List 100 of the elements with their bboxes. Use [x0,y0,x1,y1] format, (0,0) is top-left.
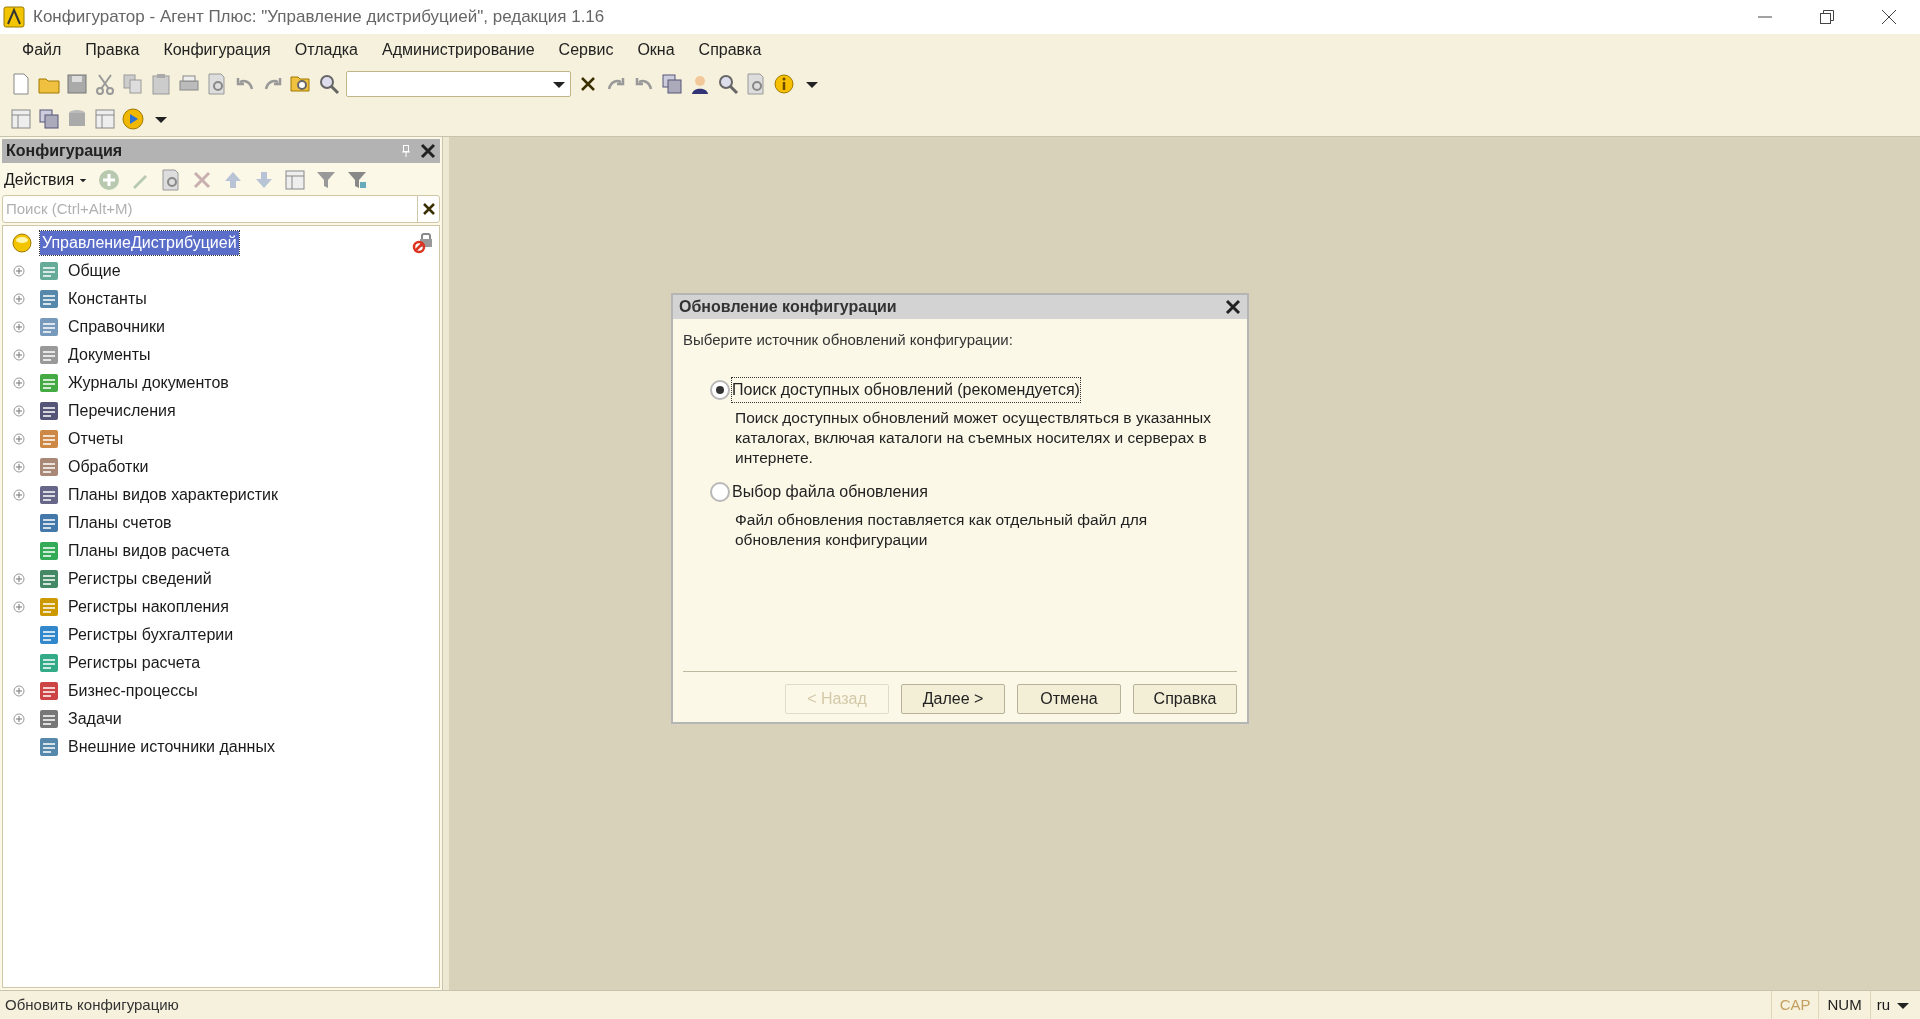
paste-icon[interactable] [150,73,172,95]
tree-item[interactable]: Регистры накопления [68,595,229,619]
menu-item[interactable]: Правка [73,38,152,62]
metadata-icon [38,428,60,450]
lock-icon[interactable] [411,232,433,254]
prompt-text: Выберите источник обновлений конфигурации: [683,330,1014,350]
new-document-icon[interactable] [10,73,32,95]
radio-button[interactable] [710,481,730,502]
expand-icon[interactable] [13,321,25,333]
tree-item[interactable]: Регистры бухгалтерии [68,623,234,647]
save-icon[interactable] [66,73,88,95]
expand-icon[interactable] [13,433,25,445]
close-icon[interactable] [1225,299,1241,315]
tree-item[interactable]: Общие [68,259,121,283]
status-text: Обновить конфигурацию [5,994,179,1015]
metadata-icon [38,680,60,702]
window-title: Конфигуратор - Агент Плюс: "Управление дистрибуцией", редакция 1.16 [33,6,605,29]
status-indicator: NUM [1818,991,1870,1019]
close-icon[interactable] [1882,10,1896,24]
metadata-icon [38,568,60,590]
expand-icon[interactable] [13,349,25,361]
expand-icon[interactable] [13,685,25,697]
tree-item[interactable]: Перечисления [68,399,176,423]
close-icon [422,203,435,215]
search-input[interactable]: Поиск (Ctrl+Alt+M) [3,197,417,221]
pin-icon[interactable] [402,145,410,157]
search-field[interactable]: Поиск (Ctrl+Alt+M) [2,195,440,223]
info-icon[interactable] [773,73,795,95]
expand-icon[interactable] [13,265,25,277]
expand-icon[interactable] [13,489,25,501]
option-label[interactable]: Поиск доступных обновлений (рекомендуется) [732,377,1080,402]
metadata-icon [38,456,60,478]
help-search-icon[interactable] [717,73,739,95]
menu-item[interactable]: Конфигурация [151,38,283,62]
tree-item[interactable]: Бизнес-процессы [68,679,198,703]
tree-item[interactable]: Документы [68,343,151,367]
dialog-button[interactable]: Справка [1133,684,1237,714]
expand-icon[interactable] [13,601,25,613]
windows-icon[interactable] [661,73,683,95]
run-icon[interactable] [122,108,144,130]
metadata-icon [38,400,60,422]
add-icon[interactable] [98,169,121,191]
menu-item[interactable]: Справка [686,38,774,62]
radio-button[interactable] [710,379,730,400]
search-combo-field[interactable] [346,71,571,97]
menu-item[interactable]: Файл [10,38,74,62]
tree-item[interactable]: Планы счетов [68,511,172,535]
find-in-folder-icon[interactable] [290,73,312,95]
tree-item[interactable]: Регистры сведений [68,567,212,591]
actions-menu-button[interactable]: Действия [4,168,90,192]
metadata-icon [38,316,60,338]
expand-icon[interactable] [13,293,25,305]
tree-item[interactable]: Справочники [68,315,165,339]
option-description: Файл обновления поставляется как отдельный файл для обновления конфигурации [735,509,1149,550]
table-icon[interactable] [10,108,32,130]
option-label[interactable]: Выбор файла обновления [732,479,928,504]
metadata-icon [38,708,60,730]
tree-item[interactable]: Константы [68,287,147,311]
metadata-icon [38,624,60,646]
dialog-button[interactable]: Отмена [1017,684,1121,714]
search-icon[interactable] [318,73,340,95]
document-icon[interactable] [745,73,767,95]
metadata-icon [38,344,60,366]
tree-item[interactable]: Внешние источники данных [68,735,275,759]
metadata-icon [38,512,60,534]
expand-icon[interactable] [13,377,25,389]
filter-icon[interactable] [315,169,338,191]
configuration-icon[interactable] [11,232,33,254]
restore-icon[interactable] [1820,10,1834,24]
tree-item[interactable]: Журналы документов [68,371,229,395]
tree-item[interactable]: УправлениеДистрибуцией [40,231,239,255]
close-icon[interactable] [420,143,436,159]
tree-item[interactable]: Обработки [68,455,149,479]
tree-item[interactable]: Задачи [68,707,122,731]
print-preview-icon[interactable] [206,73,228,95]
form-icon[interactable] [94,108,116,130]
app-logo-icon [3,6,25,28]
expand-icon[interactable] [13,573,25,585]
dialog-title: Обновление конфигурации [679,297,897,317]
cut-icon[interactable] [94,73,116,95]
expand-icon[interactable] [13,713,25,725]
expand-icon[interactable] [13,405,25,417]
menu-item[interactable]: Сервис [546,38,626,62]
language-button[interactable]: ru [1869,991,1920,1019]
expand-icon[interactable] [13,461,25,473]
metadata-icon [38,652,60,674]
status-indicator: CAP [1770,991,1819,1019]
copy-icon[interactable] [122,73,144,95]
tree-item[interactable]: Планы видов расчета [68,539,230,563]
panel-title: Конфигурация [6,141,123,161]
metadata-icon [38,372,60,394]
dialog-button[interactable]: Далее > [901,684,1005,714]
menu-item[interactable]: Окна [625,38,687,62]
menu-item[interactable]: Отладка [282,38,370,62]
filter-settings-icon[interactable] [346,169,369,191]
tree-item[interactable]: Отчеты [68,427,124,451]
tree-item[interactable]: Регистры расчета [68,651,201,675]
person-icon[interactable] [689,73,711,95]
menu-item[interactable]: Администрирование [370,38,547,62]
tree-item[interactable]: Планы видов характеристик [68,483,278,507]
